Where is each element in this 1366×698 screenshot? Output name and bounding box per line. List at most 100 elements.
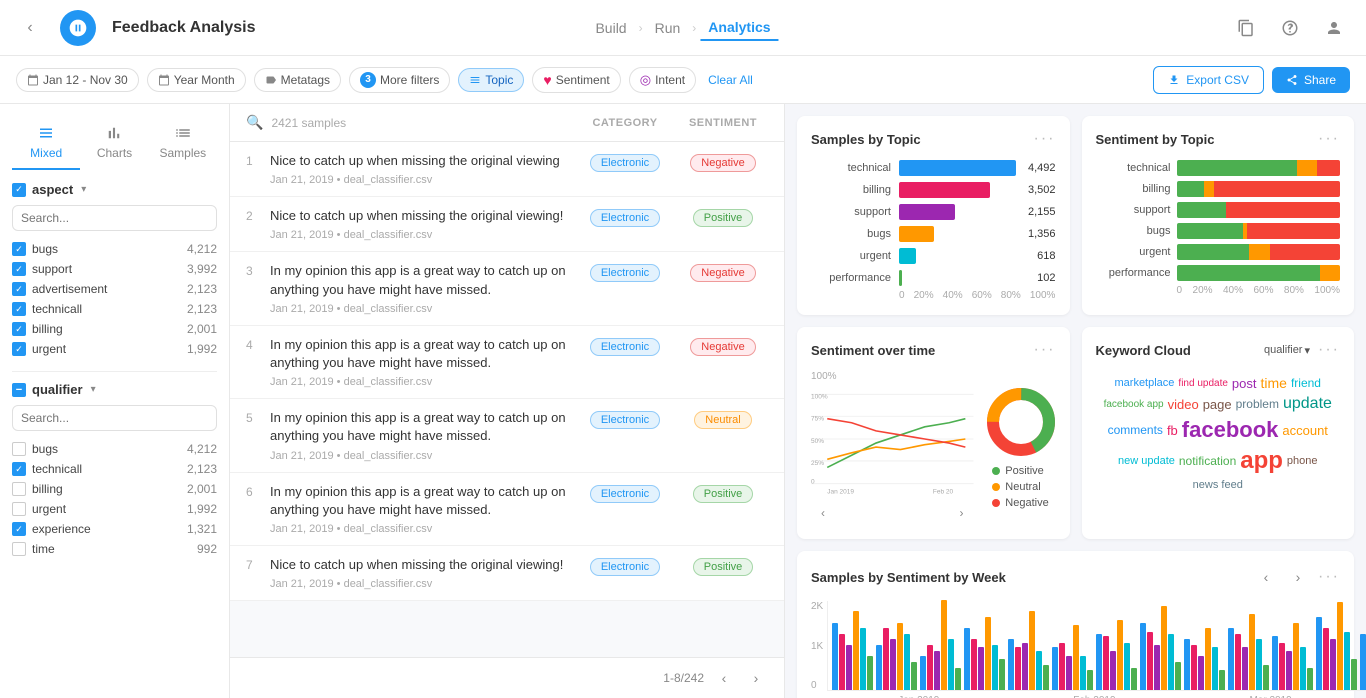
filter-checkbox[interactable]: ✓ — [12, 302, 26, 316]
keyword-word[interactable]: news feed — [1193, 479, 1243, 491]
filter-item[interactable]: ✓ bugs 4,212 — [12, 239, 217, 259]
keyword-word[interactable]: fb — [1167, 423, 1178, 438]
sbsw-bar — [1080, 656, 1086, 690]
user-icon[interactable] — [1318, 12, 1350, 44]
sample-content: In my opinion this app is a great way to… — [270, 262, 572, 314]
keyword-word[interactable]: phone — [1287, 455, 1318, 467]
table-row[interactable]: 5 In my opinion this app is a great way … — [230, 399, 784, 472]
kw-more[interactable]: ··· — [1318, 341, 1340, 359]
sentiment-filter[interactable]: ♥ Sentiment — [532, 67, 620, 93]
duplicate-icon[interactable] — [1230, 12, 1262, 44]
filter-item[interactable]: ✓ technicall 2,123 — [12, 459, 217, 479]
keyword-word[interactable]: problem — [1236, 397, 1279, 411]
filter-checkbox[interactable]: ✓ — [12, 522, 26, 536]
sbsw-bar-group — [1096, 620, 1137, 690]
nav-analytics[interactable]: Analytics — [700, 15, 778, 41]
filter-item[interactable]: ✓ support 3,992 — [12, 259, 217, 279]
tab-samples[interactable]: Samples — [149, 116, 217, 170]
share-button[interactable]: Share — [1272, 67, 1350, 93]
next-page-button[interactable]: › — [744, 666, 768, 690]
keyword-word[interactable]: find update — [1178, 378, 1228, 389]
export-csv-button[interactable]: Export CSV — [1153, 66, 1264, 94]
sbsw-bar — [904, 634, 910, 690]
aspect-search[interactable] — [12, 205, 217, 231]
back-button[interactable]: ‹ — [16, 14, 44, 42]
nav-run[interactable]: Run — [647, 16, 689, 40]
keyword-word[interactable]: facebook app — [1104, 399, 1164, 410]
keyword-word[interactable]: new update — [1118, 455, 1175, 467]
qualifier-header[interactable]: − qualifier ▾ — [12, 382, 217, 397]
filter-checkbox[interactable]: ✓ — [12, 322, 26, 336]
tab-charts[interactable]: Charts — [80, 116, 148, 170]
date-filter[interactable]: Jan 12 - Nov 30 — [16, 68, 139, 92]
sample-number: 3 — [246, 262, 262, 278]
svg-text:Feb 20: Feb 20 — [933, 488, 954, 494]
filter-checkbox[interactable] — [12, 442, 26, 456]
keyword-word[interactable]: page — [1203, 397, 1232, 412]
keyword-word[interactable]: facebook — [1182, 417, 1279, 443]
keyword-word[interactable]: video — [1168, 397, 1199, 412]
filter-checkbox[interactable]: ✓ — [12, 262, 26, 276]
table-row[interactable]: 2 Nice to catch up when missing the orig… — [230, 197, 784, 252]
sbsw-more[interactable]: ··· — [1318, 568, 1340, 586]
keyword-word[interactable]: friend — [1291, 376, 1321, 390]
sample-content: In my opinion this app is a great way to… — [270, 483, 572, 535]
qualifier-search[interactable] — [12, 405, 217, 431]
intent-filter[interactable]: ◎ Intent — [629, 67, 696, 93]
filter-item[interactable]: ✓ experience 1,321 — [12, 519, 217, 539]
sot-prev[interactable]: ‹ — [811, 501, 835, 525]
tab-mixed[interactable]: Mixed — [12, 116, 80, 170]
sbsw-bar — [1351, 659, 1357, 691]
sentiment-by-topic-more[interactable]: ··· — [1318, 130, 1340, 148]
filter-item[interactable]: ✓ billing 2,001 — [12, 319, 217, 339]
filter-item[interactable]: ✓ advertisement 2,123 — [12, 279, 217, 299]
keyword-word[interactable]: marketplace — [1115, 377, 1175, 389]
table-row[interactable]: 4 In my opinion this app is a great way … — [230, 326, 784, 399]
sbsw-bar — [1154, 645, 1160, 690]
topic-filter[interactable]: Topic — [458, 68, 524, 92]
filter-item[interactable]: time 992 — [12, 539, 217, 559]
filter-item[interactable]: ✓ technicall 2,123 — [12, 299, 217, 319]
filter-checkbox[interactable]: ✓ — [12, 242, 26, 256]
nav-build[interactable]: Build — [587, 16, 634, 40]
filter-item[interactable]: ✓ urgent 1,992 — [12, 339, 217, 359]
keyword-word[interactable]: post — [1232, 376, 1257, 391]
yearmonth-filter[interactable]: Year Month — [147, 68, 246, 92]
filter-checkbox[interactable]: ✓ — [12, 462, 26, 476]
filter-item[interactable]: urgent 1,992 — [12, 499, 217, 519]
keyword-word[interactable]: time — [1261, 375, 1287, 391]
keyword-word[interactable]: app — [1240, 447, 1283, 475]
table-row[interactable]: 3 In my opinion this app is a great way … — [230, 252, 784, 325]
clear-all-button[interactable]: Clear All — [708, 73, 753, 87]
keyword-word[interactable]: notification — [1179, 454, 1236, 468]
table-row[interactable]: 7 Nice to catch up when missing the orig… — [230, 546, 784, 601]
sot-next[interactable]: › — [950, 501, 974, 525]
filter-checkbox[interactable] — [12, 542, 26, 556]
sbsw-next[interactable]: › — [1286, 565, 1310, 589]
filter-checkbox[interactable]: ✓ — [12, 282, 26, 296]
prev-page-button[interactable]: ‹ — [712, 666, 736, 690]
filter-item[interactable]: bugs 4,212 — [12, 439, 217, 459]
filter-checkbox[interactable] — [12, 502, 26, 516]
sample-meta: Jan 21, 2019 • deal_classifier.csv — [270, 229, 572, 241]
sot-more[interactable]: ··· — [1034, 341, 1056, 359]
sbsw-prev[interactable]: ‹ — [1254, 565, 1278, 589]
filter-item[interactable]: billing 2,001 — [12, 479, 217, 499]
keyword-word[interactable]: account — [1282, 423, 1328, 438]
sbsw-bar — [867, 656, 873, 690]
filter-checkbox[interactable] — [12, 482, 26, 496]
filter-checkbox[interactable]: ✓ — [12, 342, 26, 356]
table-row[interactable]: 1 Nice to catch up when missing the orig… — [230, 142, 784, 197]
aspect-header[interactable]: ✓ aspect ▾ — [12, 182, 217, 197]
kw-selector[interactable]: qualifier ▾ — [1264, 344, 1310, 357]
table-row[interactable]: 6 In my opinion this app is a great way … — [230, 473, 784, 546]
aspect-checkbox[interactable]: ✓ — [12, 183, 26, 197]
samples-by-topic-more[interactable]: ··· — [1034, 130, 1056, 148]
qualifier-checkbox[interactable]: − — [12, 383, 26, 397]
keyword-word[interactable]: update — [1283, 395, 1332, 413]
settings-icon[interactable] — [1274, 12, 1306, 44]
metatags-filter[interactable]: Metatags — [254, 68, 341, 92]
more-filters-button[interactable]: 3 More filters — [349, 67, 450, 93]
keyword-word[interactable]: comments — [1108, 423, 1163, 437]
sbsw-bar — [860, 628, 866, 690]
